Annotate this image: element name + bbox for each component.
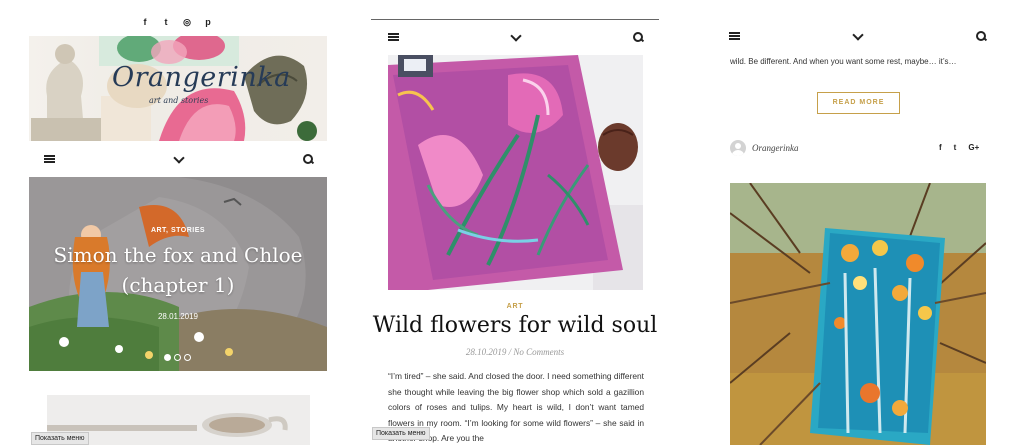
slide-category[interactable]: ART, STORIES [29,227,327,234]
facebook-share-icon[interactable]: f [939,143,942,152]
author-name[interactable]: Orangerinka [752,143,799,153]
forest-painting-photo [730,183,986,445]
menu-icon[interactable] [43,152,57,166]
pinterest-icon[interactable]: p [203,17,213,28]
instagram-icon[interactable]: ◎ [182,17,192,28]
top-divider [371,19,659,20]
share-links: f t G+ [939,143,979,152]
slider-dot[interactable] [174,354,181,361]
slider-dot[interactable] [164,354,171,361]
slider-dot[interactable] [184,354,191,361]
chevron-down-icon[interactable] [509,30,523,44]
chevron-down-icon[interactable] [172,152,186,166]
site-logo-title: Orangerinka [112,62,291,93]
menu-icon[interactable] [387,30,401,44]
google-plus-share-icon[interactable]: G+ [968,143,979,152]
featured-image[interactable] [388,55,643,290]
slide-title[interactable]: Simon the fox and Chloe (chapter 1) [29,240,327,300]
sticky-navbar [728,22,988,50]
search-icon[interactable] [301,152,315,166]
featured-slider[interactable]: ART, STORIES Simon the fox and Chloe (ch… [29,177,327,371]
sticky-navbar [387,23,645,51]
slider-dots [164,354,191,361]
read-more-button[interactable]: READ MORE [817,92,900,114]
post-list-panel: wild. Be different. And when you want so… [685,0,1024,445]
facebook-icon[interactable]: f [140,17,150,28]
post-date: 28.10.2019 [465,347,507,357]
post-excerpt: wild. Be different. And when you want so… [730,57,957,66]
main-navbar [43,145,315,173]
social-links: f t ◎ p [140,17,213,28]
twitter-share-icon[interactable]: t [954,143,957,152]
twitter-icon[interactable]: t [161,17,171,28]
menu-icon[interactable] [728,29,742,43]
post-meta: 28.10.2019 / No Comments [345,347,685,357]
site-logo-subtitle: art and stories [149,96,209,105]
chevron-down-icon[interactable] [851,29,865,43]
post-comments-link[interactable]: No Comments [513,347,564,357]
search-icon[interactable] [631,30,645,44]
header-logo-image[interactable]: Orangerinka art and stories [29,36,327,141]
show-menu-tooltip[interactable]: Показать меню [372,427,430,440]
article-panel: ART Wild flowers for wild soul 28.10.201… [345,0,685,445]
search-icon[interactable] [974,29,988,43]
blog-home-panel: f t ◎ p Orangerinka art and stories ART,… [0,0,345,445]
post-featured-image[interactable] [730,183,986,445]
slide-date: 28.01.2019 [157,312,199,321]
post-title[interactable]: Wild flowers for wild soul [345,313,685,338]
show-menu-tooltip[interactable]: Показать меню [31,432,89,445]
post-category[interactable]: ART [345,303,685,310]
flower-painting-photo [388,55,643,290]
post-author[interactable]: Orangerinka [730,140,799,156]
avatar [730,140,746,156]
